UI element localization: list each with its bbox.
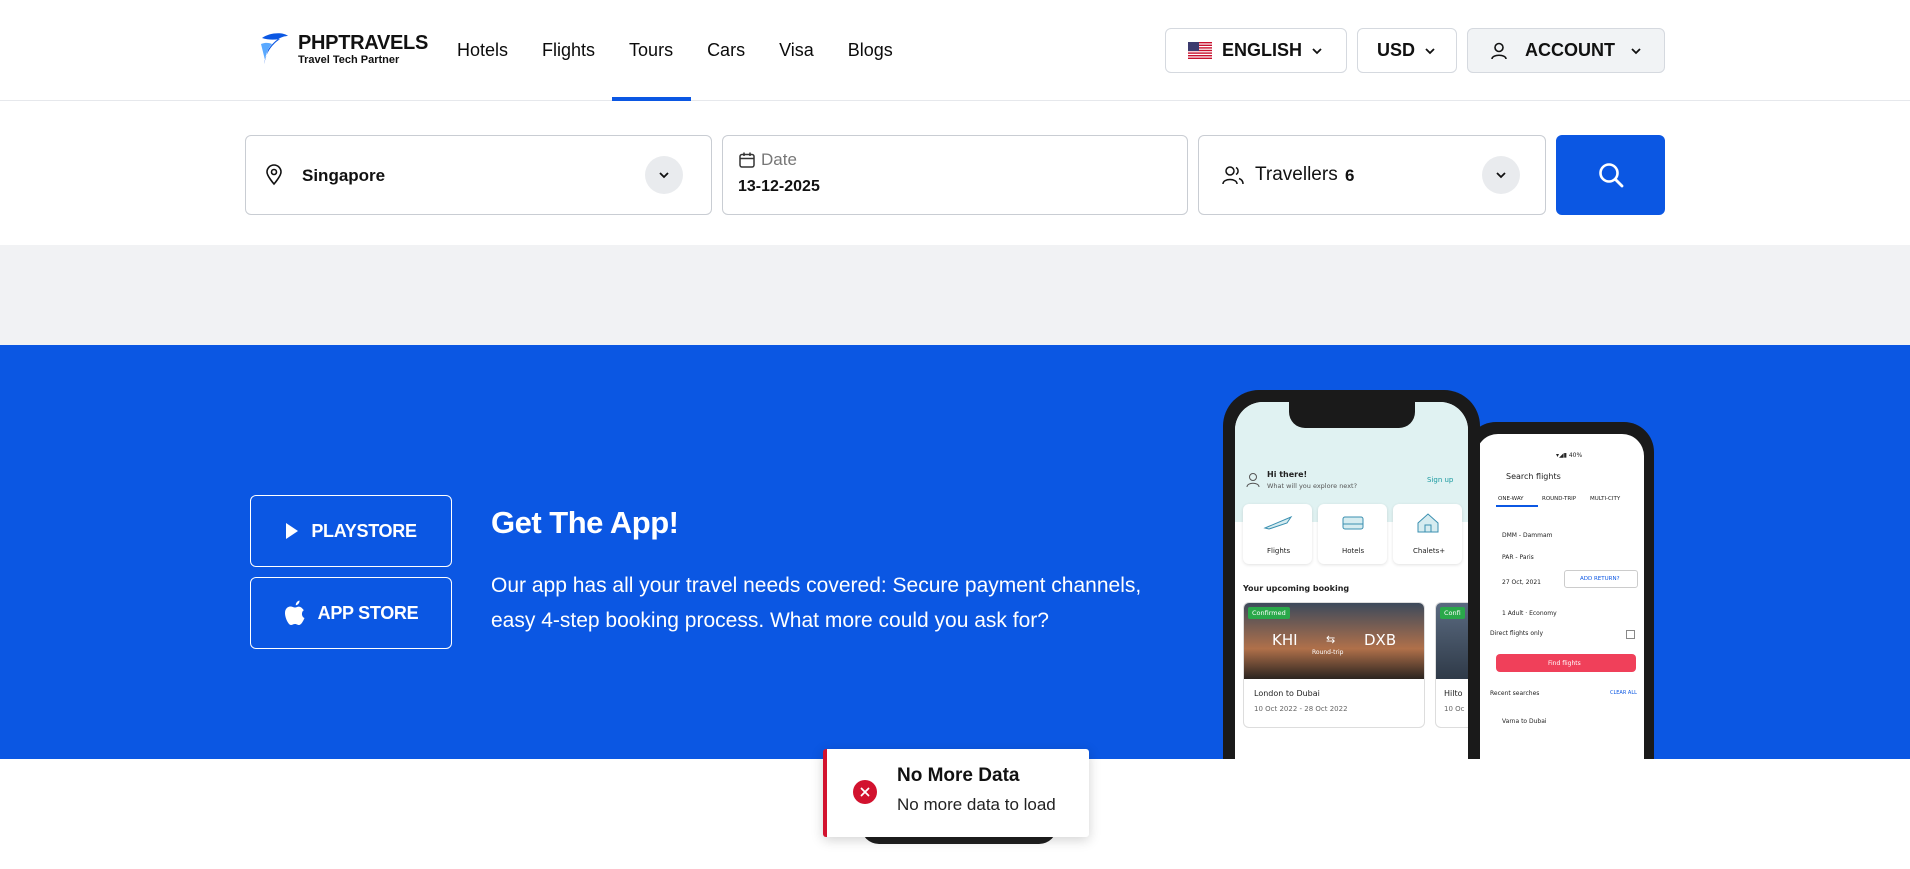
account-button[interactable]: ACCOUNT [1467, 28, 1665, 73]
toast-message: No more data to load [897, 795, 1056, 814]
search-bar: Singapore Date 13-12-2025 Travellers 6 [0, 101, 1910, 245]
travellers-label: Travellers [1255, 164, 1338, 185]
logo[interactable]: PHPTRAVELS Travel Tech Partner [258, 30, 428, 70]
search-button[interactable] [1556, 135, 1665, 215]
phone-back-find: Find flights [1548, 660, 1581, 667]
phone-category: Flights [1267, 547, 1291, 555]
bed-icon [1342, 516, 1364, 530]
phone-back-from: DMM - Dammam [1502, 532, 1553, 539]
flag-us-icon [1187, 42, 1212, 59]
phone-back-clear: CLEAR ALL [1610, 690, 1637, 696]
phone-signup: Sign up [1427, 476, 1454, 484]
phone-second-card: Hilto [1444, 689, 1463, 698]
chevron-down-icon [1425, 47, 1435, 54]
app-description: Our app has all your travel needs covere… [491, 574, 1142, 632]
language-button[interactable]: ENGLISH [1165, 28, 1347, 73]
calendar-icon [739, 152, 755, 168]
travellers-count: 6 [1345, 166, 1355, 185]
phone-to: DXB [1364, 631, 1397, 649]
phone-trip-type: Round-trip [1312, 649, 1344, 656]
phone-back-add-return: ADD RETURN? [1580, 576, 1620, 582]
nav-blogs[interactable]: Blogs [848, 0, 893, 101]
account-label: ACCOUNT [1525, 40, 1615, 60]
phone-back-tab: ROUND-TRIP [1542, 496, 1577, 502]
phone-badge: Confirmed [1248, 607, 1290, 619]
phone-second-dates: 10 Oc [1444, 705, 1465, 713]
phone-category: Chalets+ [1413, 547, 1446, 555]
phone-back-recent: Recent searches [1490, 690, 1540, 697]
header: PHPTRAVELS Travel Tech Partner Hotels Fl… [0, 0, 1910, 101]
error-icon [853, 780, 877, 804]
phone-back-passengers: 1 Adult · Economy [1502, 610, 1557, 617]
chevron-down-icon [659, 172, 669, 179]
phone-category: Hotels [1342, 547, 1365, 555]
location-pin-icon [266, 164, 282, 186]
nav-tours[interactable]: Tours [612, 0, 692, 101]
main-nav: Hotels Flights Tours Cars Visa Blogs [457, 0, 927, 101]
phone-back-to: PAR - Paris [1502, 554, 1534, 561]
chevron-down-icon [1631, 47, 1641, 54]
appstore-button[interactable]: APP STORE [250, 577, 452, 649]
search-icon [1598, 163, 1623, 188]
user-icon [1491, 42, 1507, 59]
location-field[interactable]: Singapore [245, 135, 712, 215]
appstore-label: APP STORE [317, 602, 419, 623]
date-label: Date [761, 150, 797, 169]
brand-name: PHPTRAVELS [298, 32, 428, 54]
language-label: ENGLISH [1221, 40, 1302, 60]
play-icon [286, 523, 299, 539]
phone-dates: 10 Oct 2022 - 28 Oct 2022 [1254, 705, 1348, 713]
location-value: Singapore [302, 166, 386, 185]
toast-title: No More Data [897, 765, 1020, 786]
logo-icon [261, 33, 288, 64]
phone-back-direct: Direct flights only [1490, 630, 1544, 637]
app-promo-section: PLAYSTORE APP STORE Get The App! Our app… [0, 345, 1910, 759]
apple-icon [284, 600, 305, 625]
playstore-button[interactable]: PLAYSTORE [250, 495, 452, 567]
travellers-dropdown[interactable] [1482, 156, 1520, 194]
phone-back-tab: MULTI-CITY [1590, 496, 1621, 502]
chevron-down-icon [1312, 47, 1322, 54]
phone-front-mockup: Hi there! What will you explore next? Si… [1223, 390, 1480, 759]
currency-button[interactable]: USD [1357, 28, 1457, 73]
currency-label: USD [1376, 40, 1415, 60]
nav-hotels[interactable]: Hotels [457, 0, 508, 101]
nav-cars[interactable]: Cars [707, 0, 745, 101]
playstore-label: PLAYSTORE [311, 520, 417, 541]
phone-upcoming: Your upcoming booking [1243, 584, 1350, 593]
house-icon [1417, 513, 1439, 533]
app-title: Get The App! [491, 505, 679, 540]
phone-from: KHI [1272, 631, 1298, 649]
phone-route: London to Dubai [1254, 689, 1320, 698]
content-placeholder [0, 245, 1910, 345]
phone-back-date: 27 Oct, 2021 [1502, 579, 1541, 586]
location-dropdown[interactable] [645, 156, 683, 194]
nav-flights[interactable]: Flights [542, 0, 595, 101]
phone-subgreeting: What will you explore next? [1267, 482, 1358, 490]
toast-notification[interactable]: No More Data No more data to load [823, 749, 1089, 837]
date-value: 13-12-2025 [738, 178, 820, 195]
phone-back-recent-item: Varna to Dubai [1502, 718, 1547, 725]
travellers-field[interactable]: Travellers 6 [1198, 135, 1546, 215]
phone-back-tab: ONE-WAY [1498, 496, 1524, 502]
phone-back-title: Search flights [1506, 472, 1561, 481]
chevron-down-icon [1496, 172, 1506, 179]
plane-icon [1263, 515, 1293, 530]
nav-visa[interactable]: Visa [779, 0, 814, 101]
phone-greeting: Hi there! [1267, 470, 1308, 479]
close-icon [860, 787, 870, 797]
brand-tagline: Travel Tech Partner [298, 54, 400, 66]
date-field[interactable]: Date 13-12-2025 [722, 135, 1188, 215]
phone-back-mockup: ▾◢▮ 40% Search flights ONE-WAY ROUND-TRI… [1466, 422, 1654, 759]
phone-user-icon [1246, 473, 1260, 488]
travellers-icon [1222, 166, 1244, 185]
